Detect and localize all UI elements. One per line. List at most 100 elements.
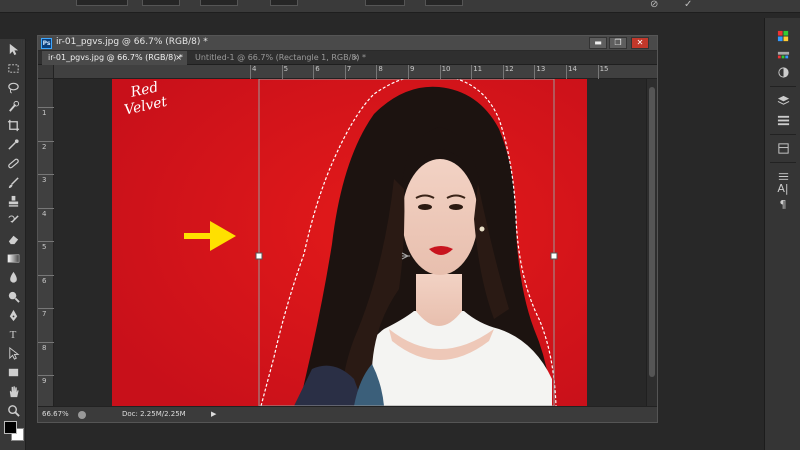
ruler-tick xyxy=(38,341,54,343)
lasso-icon[interactable] xyxy=(3,79,23,96)
blur-icon[interactable] xyxy=(3,269,23,286)
ruler-origin[interactable] xyxy=(38,65,54,79)
face xyxy=(402,159,478,275)
eraser-icon[interactable] xyxy=(3,231,23,248)
ruler-number: 9 xyxy=(410,65,415,73)
shape-icon[interactable] xyxy=(3,364,23,381)
adjust-icon[interactable] xyxy=(773,64,793,80)
ruler-tick xyxy=(38,241,54,242)
commit-transform-icon[interactable]: ✓ xyxy=(684,0,692,10)
panel-separator xyxy=(770,134,796,135)
document-tabs: ir-01_pgvs.jpg @ 66.7% (RGB/8) * × Untit… xyxy=(38,51,657,65)
ruler-number: 5 xyxy=(283,65,289,73)
panel-dock: A| ¶ xyxy=(764,18,800,450)
panel-separator xyxy=(770,162,796,163)
ruler-number: 4 xyxy=(252,65,257,73)
ruler-tick xyxy=(38,274,54,276)
minimize-button[interactable]: ▬ xyxy=(589,37,607,49)
tab-close-icon[interactable]: × xyxy=(175,51,182,65)
cancel-transform-icon[interactable]: ⊘ xyxy=(650,0,658,10)
option-field-y[interactable] xyxy=(270,0,298,6)
ruler-tick xyxy=(376,65,378,79)
eyedropper-icon[interactable] xyxy=(3,136,23,153)
option-field-angle[interactable] xyxy=(365,0,405,6)
photoshop-logo-icon: Ps xyxy=(41,38,52,49)
move-icon[interactable] xyxy=(3,41,23,58)
tab-close-icon[interactable]: × xyxy=(352,51,359,65)
vertical-ruler[interactable]: 1 2 3 4 5 6 7 8 9 xyxy=(38,79,54,406)
document-image[interactable]: Red Velvet xyxy=(54,79,646,406)
maximize-button[interactable]: ❐ xyxy=(609,37,627,49)
ruler-number: 5 xyxy=(42,243,47,251)
paths-icon[interactable] xyxy=(773,140,793,156)
ruler-tick xyxy=(344,65,346,79)
status-menu-arrow-icon[interactable]: ▶ xyxy=(211,407,216,422)
ruler-tick xyxy=(250,65,251,79)
option-field-hskew[interactable] xyxy=(425,0,463,6)
scrollbar-thumb[interactable] xyxy=(649,87,655,377)
gradient-icon[interactable] xyxy=(3,250,23,267)
crop-icon[interactable] xyxy=(3,117,23,134)
option-field-width[interactable] xyxy=(76,0,128,6)
channels-icon[interactable] xyxy=(773,112,793,128)
color-icon[interactable] xyxy=(773,28,793,44)
marquee-icon[interactable] xyxy=(3,60,23,77)
color-swatches[interactable] xyxy=(3,419,25,445)
foreground-color-swatch[interactable] xyxy=(4,421,17,434)
layers-icon[interactable] xyxy=(773,92,793,108)
canvas[interactable]: Red Velvet xyxy=(54,79,646,406)
paragraph-icon[interactable]: ¶ xyxy=(773,196,793,212)
pen-icon[interactable] xyxy=(3,307,23,324)
document-title: ir-01_pgvs.jpg @ 66.7% (RGB/8) * xyxy=(56,37,208,47)
status-info-icon[interactable] xyxy=(78,411,86,419)
ruler-number: 2 xyxy=(42,142,47,151)
document-title-bar[interactable]: Ps ir-01_pgvs.jpg @ 66.7% (RGB/8) * ▬ ❐ … xyxy=(38,36,657,51)
hand-icon[interactable] xyxy=(3,383,23,400)
type-icon[interactable]: T xyxy=(3,326,23,343)
earring xyxy=(479,226,485,232)
transform-handle-left[interactable] xyxy=(255,252,263,260)
ruler-number: 7 xyxy=(42,310,47,318)
tab-label: Untitled-1 @ 66.7% (Rectangle 1, RGB/8) … xyxy=(195,53,367,62)
photoshop-window: ⊘ ✓ T A| ¶ Ps ir-01_pgvs.jpg @ 66.7% (RG… xyxy=(0,0,800,450)
path-select-icon[interactable] xyxy=(3,345,23,362)
dodge-icon[interactable] xyxy=(3,288,23,305)
quick-select-icon[interactable] xyxy=(3,98,23,115)
option-field-x[interactable] xyxy=(200,0,238,6)
ruler-tick xyxy=(313,65,315,79)
tab-untitled-1[interactable]: Untitled-1 @ 66.7% (Rectangle 1, RGB/8) … xyxy=(189,51,367,65)
clone-stamp-icon[interactable] xyxy=(3,193,23,210)
left-eye xyxy=(418,204,432,210)
ruler-number: 13 xyxy=(536,65,546,73)
swatches-icon[interactable] xyxy=(773,48,793,64)
ruler-tick xyxy=(38,308,54,309)
transform-handle-right[interactable] xyxy=(550,252,558,260)
ruler-tick xyxy=(408,65,409,79)
tab-ir-01[interactable]: ir-01_pgvs.jpg @ 66.7% (RGB/8) * × xyxy=(42,51,187,65)
horizontal-ruler[interactable]: 4 5 6 7 8 9 10 11 12 13 14 15 xyxy=(54,65,657,79)
status-bar: 66.67% Doc: 2.25M/2.25M ▶ xyxy=(38,406,657,422)
ruler-number: 9 xyxy=(42,377,47,385)
tools-panel: T xyxy=(0,39,26,450)
option-field-height[interactable] xyxy=(142,0,180,6)
panel-separator xyxy=(770,86,796,87)
ruler-number: 3 xyxy=(42,176,47,184)
document-window: Ps ir-01_pgvs.jpg @ 66.7% (RGB/8) * ▬ ❐ … xyxy=(37,35,658,423)
healing-brush-icon[interactable] xyxy=(3,155,23,172)
brush-icon[interactable] xyxy=(3,174,23,191)
zoom-icon[interactable] xyxy=(3,402,23,419)
ruler-number: 7 xyxy=(346,65,352,73)
tab-label: ir-01_pgvs.jpg @ 66.7% (RGB/8) * xyxy=(48,53,183,62)
ruler-tick xyxy=(281,65,283,79)
ruler-number: 6 xyxy=(315,65,320,73)
history-brush-icon[interactable] xyxy=(3,212,23,229)
vertical-scrollbar[interactable] xyxy=(646,79,657,406)
doc-size: Doc: 2.25M/2.25M xyxy=(122,410,186,418)
ruler-tick xyxy=(566,65,567,79)
ruler-tick xyxy=(38,375,54,376)
zoom-level[interactable]: 66.67% xyxy=(42,407,72,422)
ruler-number: 15 xyxy=(599,65,609,73)
close-button[interactable]: ✕ xyxy=(631,37,649,49)
character-icon[interactable]: A| xyxy=(773,180,793,196)
ruler-tick xyxy=(38,207,54,209)
